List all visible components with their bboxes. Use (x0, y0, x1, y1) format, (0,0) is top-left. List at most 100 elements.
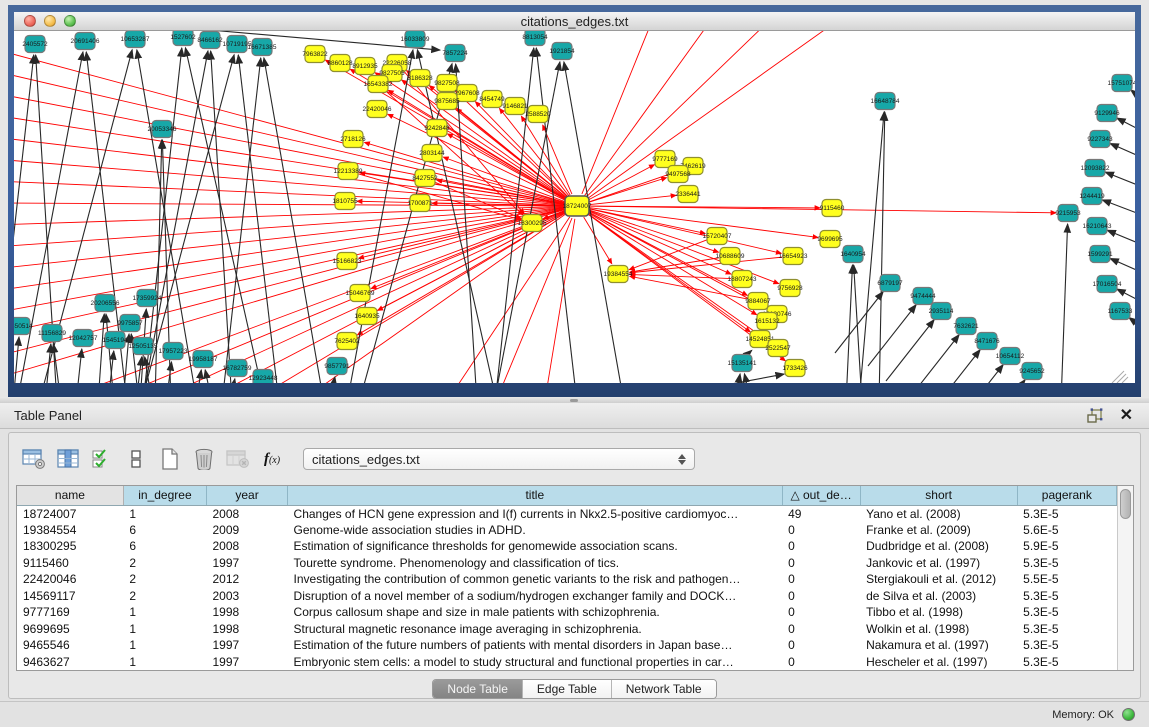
graph-node[interactable]: 9129946 (1094, 105, 1120, 122)
column-header-in_degree[interactable]: in_degree (123, 486, 206, 505)
graph-node[interactable]: 2588520 (525, 106, 551, 123)
graph-node[interactable]: 8466162 (197, 32, 223, 49)
graph-node[interactable]: 8350514 (14, 318, 33, 335)
divider-handle[interactable] (570, 399, 578, 402)
graph-node[interactable]: 7625402 (334, 333, 360, 350)
graph-node[interactable]: 9115460 (820, 200, 845, 217)
graph-node[interactable]: 9857791 (324, 358, 350, 375)
memory-ok-led-icon[interactable] (1122, 708, 1135, 721)
column-header-short[interactable]: short (860, 486, 1017, 505)
column-header-name[interactable]: name (17, 486, 123, 505)
graph-node[interactable]: 16648784 (871, 93, 900, 110)
graph-node[interactable]: 18300295 (518, 215, 547, 232)
graph-node[interactable]: 1527602 (170, 31, 196, 46)
close-panel-icon[interactable]: ✕ (1120, 408, 1133, 424)
graph-nodes[interactable]: 2405572206914061065328715276028466162107… (14, 31, 1135, 383)
graph-node[interactable]: 1599291 (1087, 246, 1113, 263)
graph-node[interactable]: 7632621 (953, 318, 979, 335)
graph-node[interactable]: 12213389 (334, 163, 363, 180)
table-selector-dropdown[interactable]: citations_edges.txt (303, 448, 695, 470)
graph-node[interactable]: 15135141 (728, 355, 757, 372)
graph-node[interactable]: 8860128 (327, 55, 353, 72)
graph-node[interactable]: 15720407 (703, 228, 732, 245)
tab-network-table[interactable]: Network Table (612, 680, 716, 698)
table-row[interactable]: 946554611997Estimation of the future num… (17, 637, 1117, 654)
graph-node[interactable]: 8471676 (974, 333, 1000, 350)
graph-node[interactable]: 20691406 (71, 33, 100, 50)
graph-node[interactable]: 12923448 (249, 370, 278, 384)
graph-node[interactable]: 11156829 (38, 325, 66, 342)
graph-node[interactable]: 1733426 (782, 360, 808, 377)
graph-node[interactable]: 18807243 (728, 271, 757, 288)
graph-node[interactable]: 2522547 (765, 340, 791, 357)
table-row[interactable]: 911546021997Tourette syndrome. Phenomeno… (17, 555, 1117, 572)
graph-node[interactable]: 8912935 (352, 58, 378, 75)
table-row[interactable]: 1938455462009Genome-wide association stu… (17, 522, 1117, 539)
graph-node[interactable]: 16671385 (248, 39, 277, 56)
graph-node[interactable]: 16654923 (779, 248, 808, 265)
graph-node[interactable]: 8813054 (522, 31, 548, 46)
graph-node[interactable]: 15166823 (333, 253, 362, 270)
create-column-button[interactable] (155, 446, 185, 472)
graph-node[interactable]: 9756928 (777, 280, 803, 297)
graph-node[interactable]: 8454749 (479, 91, 505, 108)
table-scrollbar[interactable] (1117, 486, 1133, 670)
graph-node[interactable]: 8427552 (412, 170, 438, 187)
graph-node[interactable]: 8186328 (407, 70, 433, 87)
graph-node[interactable]: 9975857 (117, 315, 143, 332)
graph-node[interactable]: 1167533 (1108, 303, 1133, 320)
table-mode-button[interactable] (19, 446, 49, 472)
graph-node[interactable]: 12042757 (69, 330, 98, 347)
column-header-title[interactable]: title (288, 486, 783, 505)
citation-graph[interactable]: 2405572206914061065328715276028466162107… (14, 31, 1135, 383)
table-row[interactable]: 969969511998Structural magnetic resonanc… (17, 621, 1117, 638)
canvas-resize-grip[interactable] (1112, 371, 1128, 383)
graph-node[interactable]: 1700871 (407, 195, 433, 212)
function-builder-button[interactable]: f(x) (257, 446, 287, 472)
graph-node[interactable]: 20206556 (91, 295, 120, 312)
graph-node[interactable]: 7857224 (442, 45, 468, 62)
graph-node[interactable]: 16782759 (223, 360, 252, 377)
graph-node[interactable]: 2718126 (340, 131, 366, 148)
graph-node[interactable]: 17957223 (159, 343, 188, 360)
column-header-out_degree[interactable]: △ out_de… (782, 486, 860, 505)
table-row[interactable]: 1456911722003Disruption of a novel membe… (17, 588, 1117, 605)
graph-node[interactable]: 7963822 (302, 46, 328, 63)
select-all-columns-button[interactable] (87, 446, 117, 472)
tab-node-table[interactable]: Node Table (433, 680, 523, 698)
network-canvas[interactable]: 2405572206914061065328715276028466162107… (14, 31, 1135, 383)
graph-node[interactable]: 12093822 (1081, 160, 1110, 177)
graph-node[interactable]: 18724007 (563, 196, 592, 216)
delete-columns-button[interactable] (189, 446, 219, 472)
graph-node[interactable]: 2935114 (929, 303, 954, 320)
table-row[interactable]: 946362711997Embryonic stem cells: a mode… (17, 654, 1117, 671)
graph-node[interactable]: 1244419 (1079, 188, 1105, 205)
graph-node[interactable]: 9245652 (1019, 363, 1045, 380)
graph-node[interactable]: 10688609 (716, 248, 745, 265)
graph-node[interactable]: 22420046 (363, 101, 392, 118)
graph-node[interactable]: 2336441 (675, 186, 701, 203)
show-columns-button[interactable] (53, 446, 83, 472)
delete-table-button[interactable] (223, 446, 253, 472)
graph-node[interactable]: 16210643 (1083, 218, 1112, 235)
column-header-pagerank[interactable]: pagerank (1017, 486, 1116, 505)
table-row[interactable]: 1830029562008Estimation of significance … (17, 538, 1117, 555)
graph-node[interactable]: 1810755 (332, 193, 358, 210)
graph-node[interactable]: 9699695 (817, 231, 843, 248)
column-header-year[interactable]: year (206, 486, 287, 505)
graph-node[interactable]: 2405572 (22, 36, 48, 53)
float-panel-icon[interactable] (1086, 408, 1106, 424)
graph-node[interactable]: 1921854 (549, 43, 575, 60)
tab-edge-table[interactable]: Edge Table (523, 680, 612, 698)
window-titlebar[interactable]: citations_edges.txt (14, 12, 1135, 31)
table-row[interactable]: 1872400712008Changes of HCN gene express… (17, 505, 1117, 522)
graph-node[interactable]: 9497568 (665, 166, 691, 183)
scrollbar-thumb[interactable] (1120, 489, 1131, 519)
graph-node[interactable]: 15751074 (1108, 75, 1135, 92)
graph-node[interactable]: 1640954 (840, 246, 866, 263)
graph-node[interactable]: 1615132 (754, 313, 780, 330)
graph-node[interactable]: 6879197 (877, 275, 903, 292)
graph-node[interactable]: 9227343 (1087, 131, 1113, 148)
graph-node[interactable]: 9827508 (434, 75, 460, 92)
graph-node[interactable]: 9215953 (1055, 205, 1081, 222)
